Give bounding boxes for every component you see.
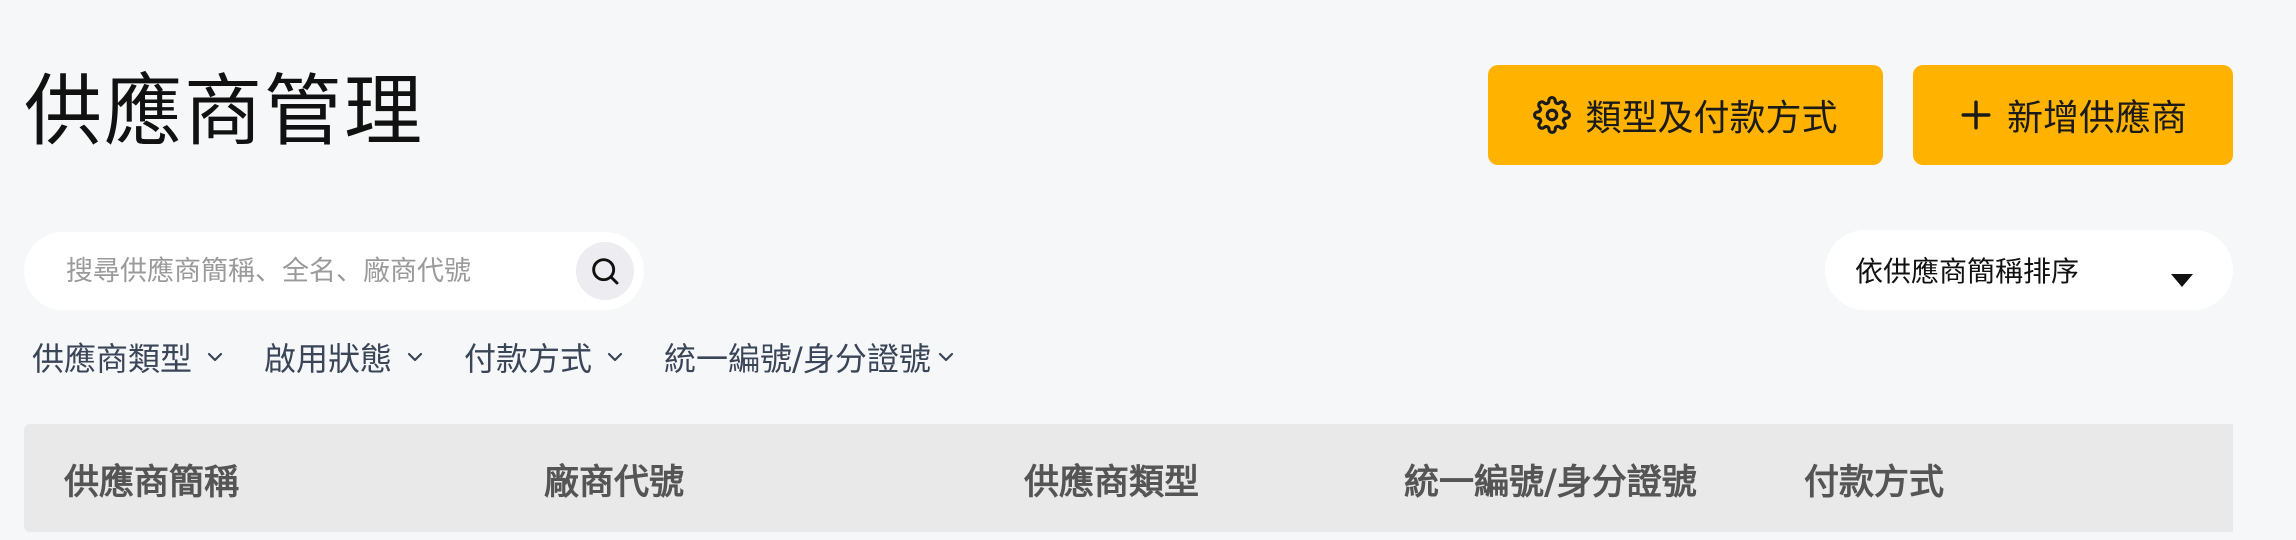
sort-dropdown[interactable]: 依供應商簡稱排序 — [1825, 230, 2233, 310]
filter-label: 啟用狀態 — [264, 340, 393, 378]
search-box — [24, 232, 644, 310]
page-title: 供應商管理 — [24, 67, 425, 157]
filter-label: 供應商類型 — [32, 340, 193, 378]
column-header-vendor-code[interactable]: 廠商代號 — [544, 454, 684, 505]
filter-bar: 供應商類型 啟用狀態 付款方式 統一編號/身分證號 — [32, 334, 955, 380]
search-icon — [589, 255, 621, 287]
filter-tax-id[interactable]: 統一編號/身分證號 — [664, 334, 955, 380]
search-button[interactable] — [576, 242, 634, 300]
gear-icon — [1533, 96, 1572, 134]
search-input[interactable] — [64, 254, 568, 288]
add-supplier-button[interactable]: 新增供應商 — [1913, 65, 2233, 165]
column-header-short-name[interactable]: 供應商簡稱 — [64, 454, 239, 505]
filter-label: 付款方式 — [464, 340, 593, 378]
types-payment-label: 類型及付款方式 — [1585, 98, 1838, 139]
sort-selected-label: 依供應商簡稱排序 — [1855, 255, 2080, 288]
chevron-down-icon — [206, 351, 224, 363]
filter-label: 統一編號/身分證號 — [664, 340, 931, 378]
types-payment-button[interactable]: 類型及付款方式 — [1488, 65, 1883, 165]
plus-icon — [1959, 98, 1993, 132]
filter-supplier-type[interactable]: 供應商類型 — [32, 334, 224, 380]
chevron-down-icon — [937, 351, 955, 363]
caret-down-icon — [2171, 262, 2193, 295]
column-header-supplier-type[interactable]: 供應商類型 — [1024, 454, 1199, 505]
chevron-down-icon — [406, 351, 424, 363]
filter-payment-method[interactable]: 付款方式 — [464, 334, 624, 380]
column-header-payment-method[interactable]: 付款方式 — [1804, 454, 1944, 505]
chevron-down-icon — [606, 351, 624, 363]
table-header: 供應商簡稱 廠商代號 供應商類型 統一編號/身分證號 付款方式 — [24, 424, 2233, 532]
column-header-tax-id[interactable]: 統一編號/身分證號 — [1404, 454, 1697, 505]
add-supplier-label: 新增供應商 — [2006, 98, 2187, 139]
filter-active-status[interactable]: 啟用狀態 — [264, 334, 424, 380]
